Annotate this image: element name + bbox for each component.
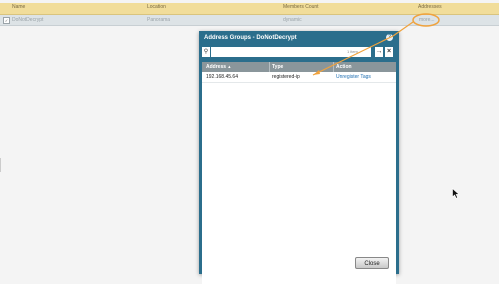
search-icon[interactable]: ⚲ (202, 47, 210, 57)
column-header-address[interactable]: Address ▲ (206, 64, 231, 70)
row-location: Panorama (147, 17, 171, 23)
column-divider[interactable] (269, 62, 270, 72)
column-divider[interactable] (333, 62, 334, 72)
column-header-type[interactable]: Type (272, 64, 283, 70)
address-table-header: Address ▲ Type Action (202, 62, 396, 72)
row-address: 192.168.45.64 (206, 74, 238, 80)
item-count: 1 item (347, 49, 358, 54)
row-members-count: dynamic (283, 17, 302, 23)
background-table-header: Name Location Members Count Addresses (0, 3, 499, 15)
column-header-action[interactable]: Action (336, 64, 352, 70)
mouse-cursor-icon (452, 188, 460, 199)
address-table: Address ▲ Type Action 192.168.45.64 regi… (202, 62, 396, 284)
table-row[interactable]: ✓ DoNotDecrypt Panorama dynamic more... (0, 15, 499, 26)
unregister-tags-link[interactable]: Unregister Tags (336, 74, 371, 80)
sort-ascending-icon: ▲ (227, 64, 232, 69)
row-type: registered-ip (272, 74, 300, 80)
table-row[interactable]: 192.168.45.64 registered-ip Unregister T… (202, 72, 396, 83)
help-icon[interactable]: ? (386, 34, 393, 41)
page-edge-divider (0, 158, 1, 172)
row-checkbox[interactable]: ✓ (3, 17, 10, 24)
column-header-members-count[interactable]: Members Count (283, 4, 319, 10)
column-header-location[interactable]: Location (147, 4, 166, 10)
next-arrow-icon[interactable]: → (375, 47, 383, 57)
dialog-title: Address Groups - DoNotDecrypt (204, 35, 297, 41)
clear-filter-icon[interactable]: × (385, 47, 393, 57)
column-header-addresses[interactable]: Addresses (418, 4, 442, 10)
column-header-address-label: Address (206, 64, 227, 70)
row-addresses-more-link[interactable]: more... (419, 17, 435, 23)
column-header-name[interactable]: Name (12, 4, 25, 10)
row-name[interactable]: DoNotDecrypt (12, 17, 43, 23)
address-groups-dialog: Address Groups - DoNotDecrypt ? ⚲ 1 item… (199, 31, 399, 284)
close-button[interactable]: Close (355, 257, 389, 269)
filter-bar: ⚲ 1 item → × (202, 47, 396, 57)
